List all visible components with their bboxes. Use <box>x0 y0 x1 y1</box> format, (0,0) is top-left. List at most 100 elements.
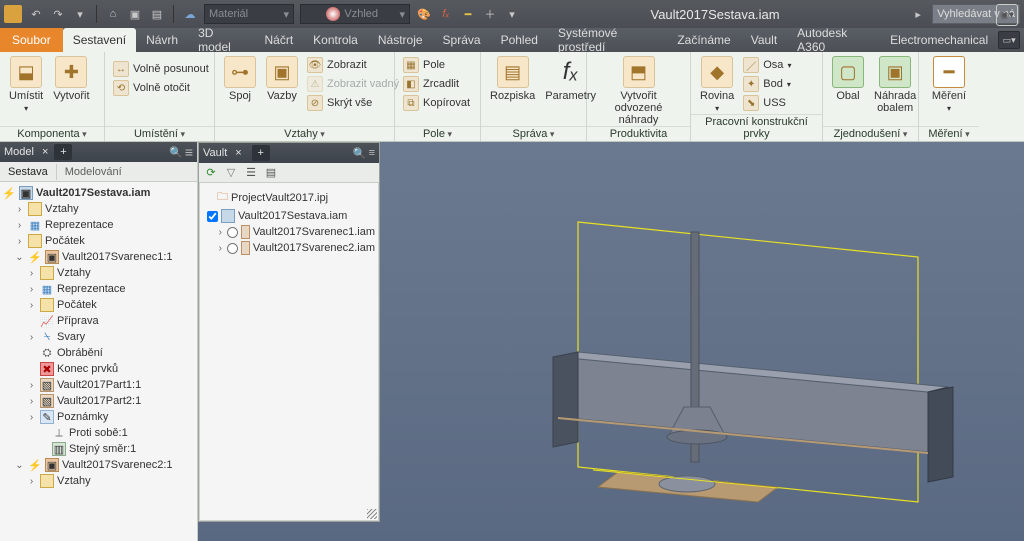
tree-sv1-repr[interactable]: ›▦Reprezentace <box>2 281 195 297</box>
group-simplify-label[interactable]: Zjednodušení <box>834 128 908 140</box>
qat-save-icon[interactable]: ▣ <box>127 6 143 22</box>
qat-undo-icon[interactable]: ↶ <box>28 6 44 22</box>
tree-part1[interactable]: ›▧Vault2017Part1:1 <box>2 377 195 393</box>
measure-button[interactable]: ━Měření▾ <box>929 54 969 115</box>
appearance-combo[interactable]: Vzhled ▾ <box>300 4 410 24</box>
material-combo[interactable]: Materiál ▾ <box>204 4 294 24</box>
tree-sv1-rel[interactable]: ›Vztahy <box>2 265 195 281</box>
model-panel-add-button[interactable]: + <box>54 144 72 160</box>
expand-icon[interactable]: › <box>14 204 25 215</box>
expand-icon[interactable]: › <box>26 268 37 279</box>
tab-pohled[interactable]: Pohled <box>491 28 548 52</box>
tree-root[interactable]: ⚡▣Vault2017Sestava.iam <box>2 185 195 201</box>
collapse-icon[interactable]: ⌄ <box>14 252 25 263</box>
tab-nacrt[interactable]: Náčrt <box>254 28 303 52</box>
model-panel-menu-icon[interactable]: ≡ <box>185 144 193 160</box>
vault-panel-menu-icon[interactable]: ≡ <box>369 147 375 160</box>
expand-icon[interactable]: › <box>26 396 37 407</box>
expand-icon[interactable]: › <box>217 227 224 238</box>
axis-button[interactable]: ／Osa ▾ <box>741 56 793 74</box>
expand-icon[interactable]: › <box>26 284 37 295</box>
tree-sv2-rel[interactable]: ›Vztahy <box>2 473 195 489</box>
ucs-button[interactable]: ⬊USS <box>741 94 793 112</box>
vault-child1-radio[interactable] <box>227 227 238 238</box>
bom-button[interactable]: ▤Rozpiska <box>487 54 538 104</box>
file-tab[interactable]: Soubor <box>0 28 63 52</box>
vault-panel-search-icon[interactable]: 🔍 <box>353 147 367 160</box>
vault-asm-checkbox[interactable] <box>207 211 218 222</box>
expand-icon[interactable]: › <box>26 380 37 391</box>
vault-props-icon[interactable]: ▤ <box>263 165 279 181</box>
create-button[interactable]: ✚ Vytvořit <box>50 54 92 104</box>
model-tree[interactable]: ⚡▣Vault2017Sestava.iam ›Vztahy ›▦Repreze… <box>0 182 197 541</box>
vault-tree[interactable]: 🗀ProjectVault2017.ipj Vault2017Sestava.i… <box>199 183 379 260</box>
tree-part2[interactable]: ›▧Vault2017Part2:1 <box>2 393 195 409</box>
tree-sv1-welds[interactable]: ›⍀Svary <box>2 329 195 345</box>
vault-panel-close-icon[interactable]: × <box>235 147 241 159</box>
expand-icon[interactable]: › <box>14 220 25 231</box>
tree-sv1-eof[interactable]: ✖Konec prvků <box>2 361 195 377</box>
qat-redo-icon[interactable]: ↷ <box>50 6 66 22</box>
help-arrow-icon[interactable]: ▸ <box>910 6 926 22</box>
tab-kontrola[interactable]: Kontrola <box>303 28 368 52</box>
qat-cloud-icon[interactable]: ☁ <box>182 6 198 22</box>
vault-project-row[interactable]: 🗀ProjectVault2017.ipj <box>203 187 375 208</box>
point-button[interactable]: ✦Bod ▾ <box>741 75 793 93</box>
plane-button[interactable]: ◆Rovina▾ <box>697 54 737 115</box>
qat-measure-icon[interactable]: ━ <box>460 6 476 22</box>
pattern-button[interactable]: ▦Pole <box>401 56 472 74</box>
tab-zaciname[interactable]: Začínáme <box>667 28 740 52</box>
group-component-label[interactable]: Komponenta <box>17 128 86 140</box>
place-button[interactable]: ⬓ Umístit▾ <box>6 54 46 115</box>
tab-electromech[interactable]: Electromechanical <box>880 28 998 52</box>
tab-sysprost[interactable]: Systémové prostředí <box>548 28 667 52</box>
qat-more-icon[interactable]: ▾ <box>504 6 520 22</box>
collapse-icon[interactable]: ⌄ <box>14 460 25 471</box>
vault-refresh-icon[interactable]: ⟳ <box>203 165 219 181</box>
vault-child2-radio[interactable] <box>227 243 238 254</box>
group-pattern-label[interactable]: Pole <box>423 128 452 140</box>
qat-appearance-override-icon[interactable]: 🎨 <box>416 6 432 22</box>
qat-home-icon[interactable]: ⌂ <box>105 6 121 22</box>
group-position-label[interactable]: Umístění <box>134 128 185 140</box>
free-move-button[interactable]: ↔Volně posunout <box>111 60 211 78</box>
panel-splitter[interactable] <box>196 142 200 541</box>
tab-sprava[interactable]: Správa <box>433 28 491 52</box>
model-panel-search-icon[interactable]: 🔍 <box>169 146 183 159</box>
tab-3dmodel[interactable]: 3D model <box>188 28 254 52</box>
tree-relations[interactable]: ›Vztahy <box>2 201 195 217</box>
vault-assembly-row[interactable]: Vault2017Sestava.iam <box>203 208 375 224</box>
expand-icon[interactable]: › <box>14 236 25 247</box>
tab-vault[interactable]: Vault <box>741 28 787 52</box>
vault-child1-row[interactable]: ›Vault2017Svarenec1.iam <box>203 224 375 240</box>
expand-icon[interactable]: › <box>26 300 37 311</box>
vault-panel[interactable]: Vault × + 🔍≡ ⟳ ▽ ☰ ▤ 🗀ProjectVault2017.i… <box>198 142 380 522</box>
tree-against[interactable]: ⟂Proti sobě:1 <box>2 425 195 441</box>
expand-icon[interactable]: › <box>217 243 224 254</box>
vault-child2-row[interactable]: ›Vault2017Svarenec2.iam <box>203 240 375 256</box>
wrap-button[interactable]: ▢Obal <box>829 54 867 104</box>
group-manage-label[interactable]: Správa <box>513 128 555 140</box>
copy-button[interactable]: ⧉Kopírovat <box>401 94 472 112</box>
group-measure-label[interactable]: Měření <box>928 128 969 140</box>
appearance-panel-button[interactable]: ◉▾ <box>996 4 1018 26</box>
tree-representations[interactable]: ›▦Reprezentace <box>2 217 195 233</box>
qat-fx-icon[interactable]: fₓ <box>438 6 454 22</box>
tab-nastroje[interactable]: Nástroje <box>368 28 433 52</box>
tree-notes[interactable]: ›✎Poznámky <box>2 409 195 425</box>
vault-resize-handle[interactable] <box>367 509 377 519</box>
tree-sv1-mach[interactable]: ⛭Obrábění <box>2 345 195 361</box>
expand-icon[interactable]: › <box>26 332 37 343</box>
tab-navrh[interactable]: Návrh <box>136 28 188 52</box>
show-button[interactable]: 👁Zobrazit <box>305 56 401 74</box>
mirror-button[interactable]: ◧Zrcadlit <box>401 75 472 93</box>
substitute-button[interactable]: ▣Náhrada obalem <box>871 54 919 116</box>
ribbon-collapse-button[interactable]: ▭▾ <box>998 31 1020 49</box>
subtab-modeling[interactable]: Modelování <box>57 164 130 180</box>
tab-a360[interactable]: Autodesk A360 <box>787 28 880 52</box>
tree-sv1[interactable]: ⌄⚡▣Vault2017Svarenec1:1 <box>2 249 195 265</box>
expand-icon[interactable]: › <box>26 412 37 423</box>
tree-origin[interactable]: ›Počátek <box>2 233 195 249</box>
derive-button[interactable]: ⬒Vytvořit odvozené náhrady <box>593 54 684 128</box>
constrain-button[interactable]: ▣Vazby <box>263 54 301 104</box>
